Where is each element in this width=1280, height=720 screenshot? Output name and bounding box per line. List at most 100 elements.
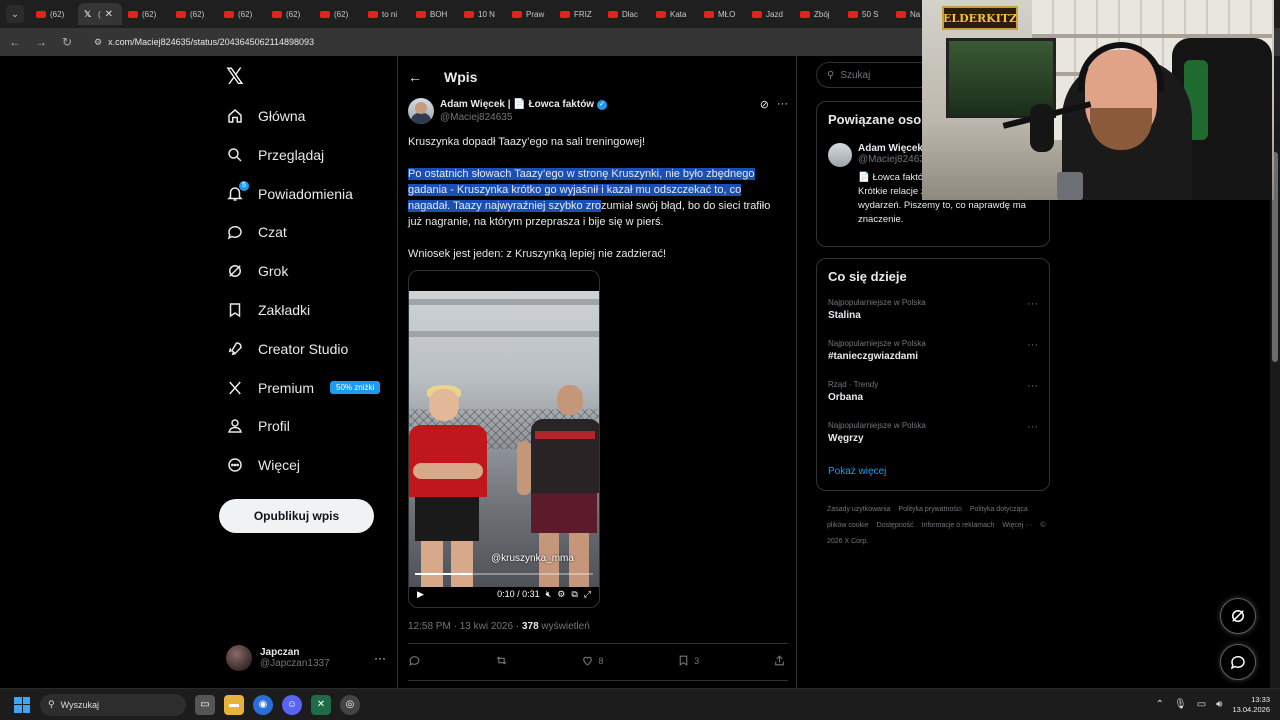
publish-post-button[interactable]: Opublikuj wpis <box>219 499 374 533</box>
browser-tab[interactable]: FRIZ <box>554 3 602 25</box>
windows-start-icon[interactable] <box>14 696 30 713</box>
nav-item-x-logo[interactable]: Premium 50% zniżki <box>226 373 381 403</box>
chrome-icon[interactable]: ◉ <box>253 694 273 715</box>
site-info-icon[interactable]: ⚙ <box>94 37 102 48</box>
grok-icon[interactable]: ⊘ <box>760 98 769 111</box>
browser-tab[interactable]: BOH <box>410 3 458 25</box>
trend-category: Rząd · Trendy <box>828 380 879 389</box>
url-field[interactable]: ⚙ x.com/Maciej824635/status/204364506211… <box>94 37 314 48</box>
browser-tab[interactable]: (62) <box>266 3 314 25</box>
tab-title: (62) <box>50 9 65 19</box>
task-view-icon[interactable]: ▭ <box>195 694 215 715</box>
browser-tab[interactable]: (62) <box>122 3 170 25</box>
settings-gear-icon[interactable]: ⚙ <box>557 589 565 600</box>
reply-button[interactable] <box>408 654 421 667</box>
more-dots-icon[interactable]: ··· <box>1027 380 1038 392</box>
views-count: 378 <box>521 621 539 632</box>
browser-tab[interactable]: MŁO <box>698 3 746 25</box>
volume-icon[interactable]: 🔇︎ <box>546 589 552 600</box>
browser-tab[interactable]: 50 S <box>842 3 890 25</box>
reload-icon[interactable]: ↻ <box>60 35 74 49</box>
browser-tab[interactable]: Jazd <box>746 3 794 25</box>
taskbar-search[interactable]: ⚲ Wyszukaj <box>40 693 186 716</box>
chat-fab-button[interactable] <box>1220 644 1256 680</box>
youtube-icon <box>128 10 138 18</box>
related-user-avatar[interactable] <box>828 143 852 167</box>
back-arrow-icon[interactable]: ← <box>408 69 422 85</box>
second-fighter-stripe <box>535 431 595 439</box>
chevron-up-icon[interactable]: ⌃ <box>1156 699 1164 710</box>
footer-link[interactable]: Polityka prywatności <box>898 506 961 513</box>
nav-item-bookmark[interactable]: Zakładki <box>226 295 310 325</box>
microphone-icon[interactable]: 🎙︎ <box>1174 699 1187 710</box>
avatar <box>226 645 252 671</box>
trend-item[interactable]: Najpopularniejsze w Polska Stalina ··· <box>828 298 1038 339</box>
nav-item-more-circle[interactable]: Więcej <box>226 450 300 480</box>
back-arrow-icon[interactable]: ← <box>8 35 22 49</box>
trend-item[interactable]: Najpopularniejsze w Polska Węgrzy ··· <box>828 421 1038 462</box>
show-more-link[interactable]: Pokaż więcej <box>828 466 1049 477</box>
like-button[interactable]: 8 <box>581 654 603 667</box>
browser-tab[interactable]: to ni <box>362 3 410 25</box>
play-icon[interactable]: ▶ <box>417 589 424 600</box>
browser-tab[interactable]: (62) <box>170 3 218 25</box>
footer-link[interactable]: Dostępność <box>877 522 914 529</box>
browser-tab[interactable]: (62) <box>30 3 78 25</box>
clock-date: 13.04.2026 <box>1232 704 1270 714</box>
trend-item[interactable]: Najpopularniejsze w Polska #tanieczgwiazd… <box>828 339 1038 380</box>
repost-button[interactable] <box>495 654 508 667</box>
repost-icon <box>496 656 506 665</box>
browser-tab[interactable]: Praw <box>506 3 554 25</box>
bookmark-button[interactable]: 3 <box>677 654 699 667</box>
footer-link[interactable]: Informacje o reklamach <box>922 522 995 529</box>
video-progress-bar[interactable] <box>415 573 593 575</box>
browser-tab[interactable]: Kata <box>650 3 698 25</box>
forward-arrow-icon[interactable]: → <box>34 35 48 49</box>
nav-item-search[interactable]: Przeglądaj <box>226 140 324 170</box>
tab-search-chevron-icon[interactable]: ⌄ <box>6 5 24 23</box>
pip-icon[interactable]: ⧉ <box>571 589 577 600</box>
browser-tab[interactable]: (62) <box>314 3 362 25</box>
app-icon[interactable]: ✕ <box>311 694 331 715</box>
clock[interactable]: 13:33 13.04.2026 <box>1232 695 1270 715</box>
more-dots-icon[interactable]: ··· <box>1027 339 1038 351</box>
file-explorer-icon[interactable]: ▬ <box>224 694 244 715</box>
more-dots-icon[interactable]: ··· <box>1027 298 1038 310</box>
share-button[interactable] <box>773 654 786 667</box>
trend-item[interactable]: Rząd · Trendy Orbana ··· <box>828 380 1038 421</box>
browser-tab[interactable]: 10 N <box>458 3 506 25</box>
browser-tab[interactable]: (62) <box>218 3 266 25</box>
tab-title: BOH <box>430 9 448 19</box>
more-dots-icon[interactable]: ··· <box>374 651 386 665</box>
nav-item-chat[interactable]: Czat <box>226 217 287 247</box>
grok-fab-button[interactable] <box>1220 598 1256 634</box>
close-tab-icon[interactable]: ✕ <box>105 9 113 20</box>
x-logo-home-icon[interactable]: 𝕏 <box>226 64 244 90</box>
author-handle[interactable]: @Maciej824635 <box>440 111 607 124</box>
trends-card: Co się dzieje Najpopularniejsze w Polska… <box>816 258 1050 491</box>
browser-tab[interactable]: Zbój <box>794 3 842 25</box>
fullscreen-icon[interactable]: ⤢ <box>584 589 591 600</box>
post-timestamp[interactable]: 12:58 PM · 13 kwi 2026 · <box>408 621 522 632</box>
obs-icon[interactable]: ◎ <box>340 694 360 715</box>
volume-icon[interactable]: 🔊︎ <box>1216 699 1222 710</box>
nav-item-bell[interactable]: 5 Powiadomienia <box>226 179 353 209</box>
post-author: Adam Więcek | 📄 Łowca faktów ✓ @Maciej82… <box>408 98 788 126</box>
browser-tab[interactable]: Dlac <box>602 3 650 25</box>
display-icon[interactable]: ▭ <box>1197 699 1206 710</box>
more-dots-icon[interactable]: ··· <box>1027 421 1038 433</box>
video-progress-fill <box>415 573 472 575</box>
author-name[interactable]: Adam Więcek | 📄 Łowca faktów <box>440 98 594 111</box>
author-avatar[interactable] <box>408 98 434 124</box>
video-player[interactable]: @kruszynka_mma ▶ 0:10 / 0:31 🔇︎ ⚙ ⧉ ⤢ <box>408 270 600 608</box>
account-switcher[interactable]: Japczan @Japczan1337 ··· <box>226 642 386 674</box>
footer-link[interactable]: Więcej ··· <box>1002 522 1032 529</box>
discord-icon[interactable]: ☺ <box>282 694 302 715</box>
footer-link[interactable]: Zasady użytkowania <box>827 506 890 513</box>
nav-item-grok[interactable]: Grok <box>226 256 288 286</box>
nav-item-rocket[interactable]: Creator Studio <box>226 334 348 364</box>
browser-tab[interactable]: 𝕏 (✕ <box>78 3 122 25</box>
nav-item-home[interactable]: Główna <box>226 101 305 131</box>
more-dots-icon[interactable]: ··· <box>777 98 788 111</box>
nav-item-person[interactable]: Profil <box>226 411 290 441</box>
